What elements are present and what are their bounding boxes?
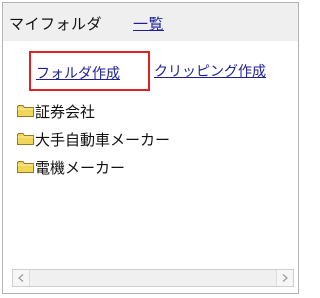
- folder-icon: [17, 105, 34, 117]
- panel-header: マイフォルダ 一覧: [3, 3, 298, 41]
- panel-title: マイフォルダ: [9, 15, 103, 33]
- folder-label: 証券会社: [35, 103, 96, 121]
- horizontal-scrollbar[interactable]: [12, 269, 294, 287]
- scroll-left-button[interactable]: [13, 270, 30, 286]
- folder-icon: [17, 133, 34, 145]
- arrow-left-icon: [18, 274, 24, 282]
- folder-icon: [17, 161, 34, 173]
- scroll-right-button[interactable]: [276, 270, 293, 286]
- arrow-right-icon: [282, 274, 288, 282]
- create-clipping-link[interactable]: クリッピング作成: [154, 61, 266, 81]
- my-folder-panel: マイフォルダ 一覧 フォルダ作成 クリッピング作成 証券会社 大手自動車メーカー: [2, 2, 299, 294]
- list-link[interactable]: 一覧: [133, 13, 164, 34]
- folder-label: 電機メーカー: [35, 159, 126, 177]
- action-bar: フォルダ作成 クリッピング作成: [3, 47, 298, 93]
- folder-label: 大手自動車メーカー: [35, 131, 171, 149]
- create-folder-link[interactable]: フォルダ作成: [36, 63, 120, 83]
- highlight-box: フォルダ作成: [29, 51, 150, 91]
